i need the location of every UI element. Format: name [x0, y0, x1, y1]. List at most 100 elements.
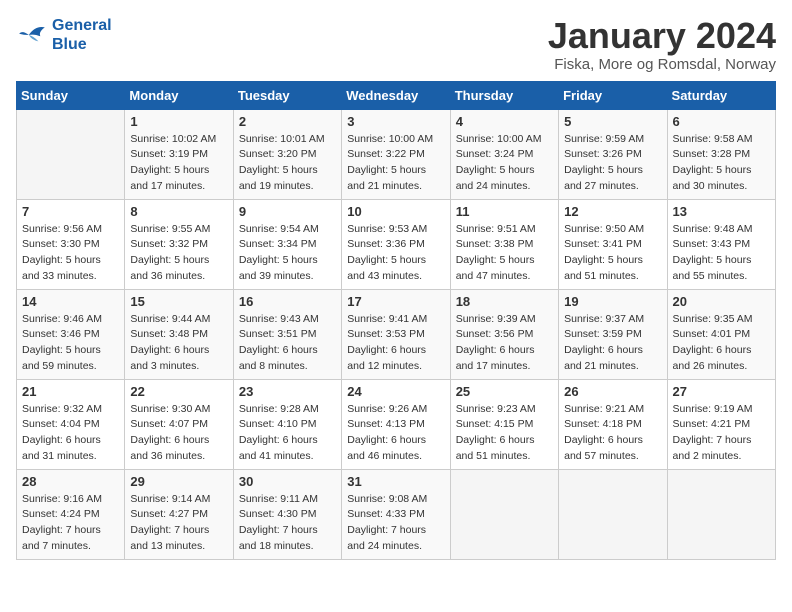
- day-info: Sunrise: 9:28 AM Sunset: 4:10 PM Dayligh…: [239, 402, 336, 465]
- day-info: Sunrise: 9:44 AM Sunset: 3:48 PM Dayligh…: [130, 312, 227, 375]
- day-info: Sunrise: 10:02 AM Sunset: 3:19 PM Daylig…: [130, 132, 227, 195]
- day-info: Sunrise: 9:19 AM Sunset: 4:21 PM Dayligh…: [673, 402, 770, 465]
- day-number: 16: [239, 294, 336, 309]
- day-number: 19: [564, 294, 661, 309]
- day-number: 6: [673, 114, 770, 129]
- calendar-day-cell: [559, 469, 667, 559]
- day-number: 30: [239, 474, 336, 489]
- logo-text: General Blue: [52, 16, 112, 54]
- calendar-table: SundayMondayTuesdayWednesdayThursdayFrid…: [16, 81, 776, 560]
- calendar-week-row: 28 Sunrise: 9:16 AM Sunset: 4:24 PM Dayli…: [17, 469, 776, 559]
- day-info: Sunrise: 9:35 AM Sunset: 4:01 PM Dayligh…: [673, 312, 770, 375]
- day-number: 14: [22, 294, 119, 309]
- day-info: Sunrise: 9:16 AM Sunset: 4:24 PM Dayligh…: [22, 492, 119, 555]
- calendar-day-cell: 4 Sunrise: 10:00 AM Sunset: 3:24 PM Dayli…: [450, 109, 558, 199]
- day-info: Sunrise: 9:55 AM Sunset: 3:32 PM Dayligh…: [130, 222, 227, 285]
- calendar-day-cell: 20Sunrise: 9:35 AM Sunset: 4:01 PM Dayli…: [667, 289, 775, 379]
- title-area: January 2024 Fiska, More og Romsdal, Nor…: [548, 16, 776, 73]
- day-info: Sunrise: 9:32 AM Sunset: 4:04 PM Dayligh…: [22, 402, 119, 465]
- day-number: 22: [130, 384, 227, 399]
- day-number: 13: [673, 204, 770, 219]
- weekday-header-cell: Wednesday: [342, 81, 450, 109]
- calendar-day-cell: 23Sunrise: 9:28 AM Sunset: 4:10 PM Dayli…: [233, 379, 341, 469]
- calendar-day-cell: 15 Sunrise: 9:44 AM Sunset: 3:48 PM Dayli…: [125, 289, 233, 379]
- calendar-day-cell: 18 Sunrise: 9:39 AM Sunset: 3:56 PM Dayli…: [450, 289, 558, 379]
- day-number: 26: [564, 384, 661, 399]
- calendar-day-cell: 21 Sunrise: 9:32 AM Sunset: 4:04 PM Dayli…: [17, 379, 125, 469]
- page-header: General Blue January 2024 Fiska, More og…: [16, 16, 776, 73]
- calendar-day-cell: 8 Sunrise: 9:55 AM Sunset: 3:32 PM Daylig…: [125, 199, 233, 289]
- weekday-header-cell: Tuesday: [233, 81, 341, 109]
- calendar-day-cell: 5Sunrise: 9:59 AM Sunset: 3:26 PM Daylig…: [559, 109, 667, 199]
- weekday-header-row: SundayMondayTuesdayWednesdayThursdayFrid…: [17, 81, 776, 109]
- day-info: Sunrise: 10:00 AM Sunset: 3:24 PM Daylig…: [456, 132, 553, 195]
- calendar-week-row: 1Sunrise: 10:02 AM Sunset: 3:19 PM Dayli…: [17, 109, 776, 199]
- day-info: Sunrise: 9:54 AM Sunset: 3:34 PM Dayligh…: [239, 222, 336, 285]
- calendar-day-cell: 6 Sunrise: 9:58 AM Sunset: 3:28 PM Daylig…: [667, 109, 775, 199]
- day-number: 18: [456, 294, 553, 309]
- calendar-day-cell: 30 Sunrise: 9:11 AM Sunset: 4:30 PM Dayli…: [233, 469, 341, 559]
- calendar-day-cell: 12Sunrise: 9:50 AM Sunset: 3:41 PM Dayli…: [559, 199, 667, 289]
- calendar-day-cell: 7 Sunrise: 9:56 AM Sunset: 3:30 PM Daylig…: [17, 199, 125, 289]
- calendar-day-cell: 9 Sunrise: 9:54 AM Sunset: 3:34 PM Daylig…: [233, 199, 341, 289]
- calendar-day-cell: 26 Sunrise: 9:21 AM Sunset: 4:18 PM Dayli…: [559, 379, 667, 469]
- day-number: 27: [673, 384, 770, 399]
- day-number: 7: [22, 204, 119, 219]
- weekday-header-cell: Sunday: [17, 81, 125, 109]
- day-number: 3: [347, 114, 444, 129]
- day-number: 17: [347, 294, 444, 309]
- calendar-day-cell: [17, 109, 125, 199]
- day-number: 25: [456, 384, 553, 399]
- calendar-day-cell: 28 Sunrise: 9:16 AM Sunset: 4:24 PM Dayli…: [17, 469, 125, 559]
- day-info: Sunrise: 9:08 AM Sunset: 4:33 PM Dayligh…: [347, 492, 444, 555]
- day-info: Sunrise: 9:48 AM Sunset: 3:43 PM Dayligh…: [673, 222, 770, 285]
- day-info: Sunrise: 10:01 AM Sunset: 3:20 PM Daylig…: [239, 132, 336, 195]
- day-info: Sunrise: 9:26 AM Sunset: 4:13 PM Dayligh…: [347, 402, 444, 465]
- calendar-week-row: 14 Sunrise: 9:46 AM Sunset: 3:46 PM Dayli…: [17, 289, 776, 379]
- day-number: 5: [564, 114, 661, 129]
- calendar-day-cell: 31Sunrise: 9:08 AM Sunset: 4:33 PM Dayli…: [342, 469, 450, 559]
- day-number: 21: [22, 384, 119, 399]
- day-info: Sunrise: 9:39 AM Sunset: 3:56 PM Dayligh…: [456, 312, 553, 375]
- calendar-day-cell: 14 Sunrise: 9:46 AM Sunset: 3:46 PM Dayli…: [17, 289, 125, 379]
- day-info: Sunrise: 9:58 AM Sunset: 3:28 PM Dayligh…: [673, 132, 770, 195]
- day-number: 4: [456, 114, 553, 129]
- day-number: 10: [347, 204, 444, 219]
- day-info: Sunrise: 9:37 AM Sunset: 3:59 PM Dayligh…: [564, 312, 661, 375]
- logo-bird-icon: [16, 21, 48, 49]
- calendar-day-cell: 11Sunrise: 9:51 AM Sunset: 3:38 PM Dayli…: [450, 199, 558, 289]
- day-info: Sunrise: 9:41 AM Sunset: 3:53 PM Dayligh…: [347, 312, 444, 375]
- day-number: 28: [22, 474, 119, 489]
- day-info: Sunrise: 9:53 AM Sunset: 3:36 PM Dayligh…: [347, 222, 444, 285]
- day-number: 24: [347, 384, 444, 399]
- calendar-day-cell: 3Sunrise: 10:00 AM Sunset: 3:22 PM Dayli…: [342, 109, 450, 199]
- day-info: Sunrise: 9:23 AM Sunset: 4:15 PM Dayligh…: [456, 402, 553, 465]
- logo: General Blue: [16, 16, 112, 54]
- weekday-header-cell: Thursday: [450, 81, 558, 109]
- calendar-week-row: 21 Sunrise: 9:32 AM Sunset: 4:04 PM Dayli…: [17, 379, 776, 469]
- day-info: Sunrise: 9:46 AM Sunset: 3:46 PM Dayligh…: [22, 312, 119, 375]
- calendar-day-cell: 17 Sunrise: 9:41 AM Sunset: 3:53 PM Dayli…: [342, 289, 450, 379]
- day-info: Sunrise: 9:43 AM Sunset: 3:51 PM Dayligh…: [239, 312, 336, 375]
- calendar-subtitle: Fiska, More og Romsdal, Norway: [548, 56, 776, 73]
- day-number: 15: [130, 294, 227, 309]
- day-info: Sunrise: 9:14 AM Sunset: 4:27 PM Dayligh…: [130, 492, 227, 555]
- calendar-day-cell: [667, 469, 775, 559]
- calendar-title: January 2024: [548, 16, 776, 56]
- calendar-day-cell: 1Sunrise: 10:02 AM Sunset: 3:19 PM Dayli…: [125, 109, 233, 199]
- day-info: Sunrise: 9:56 AM Sunset: 3:30 PM Dayligh…: [22, 222, 119, 285]
- weekday-header-cell: Saturday: [667, 81, 775, 109]
- day-number: 9: [239, 204, 336, 219]
- calendar-week-row: 7 Sunrise: 9:56 AM Sunset: 3:30 PM Daylig…: [17, 199, 776, 289]
- day-info: Sunrise: 9:21 AM Sunset: 4:18 PM Dayligh…: [564, 402, 661, 465]
- weekday-header-cell: Friday: [559, 81, 667, 109]
- day-info: Sunrise: 9:30 AM Sunset: 4:07 PM Dayligh…: [130, 402, 227, 465]
- day-info: Sunrise: 9:11 AM Sunset: 4:30 PM Dayligh…: [239, 492, 336, 555]
- calendar-day-cell: 13 Sunrise: 9:48 AM Sunset: 3:43 PM Dayli…: [667, 199, 775, 289]
- day-number: 12: [564, 204, 661, 219]
- day-number: 11: [456, 204, 553, 219]
- calendar-day-cell: 2Sunrise: 10:01 AM Sunset: 3:20 PM Dayli…: [233, 109, 341, 199]
- day-number: 8: [130, 204, 227, 219]
- calendar-day-cell: [450, 469, 558, 559]
- calendar-day-cell: 29Sunrise: 9:14 AM Sunset: 4:27 PM Dayli…: [125, 469, 233, 559]
